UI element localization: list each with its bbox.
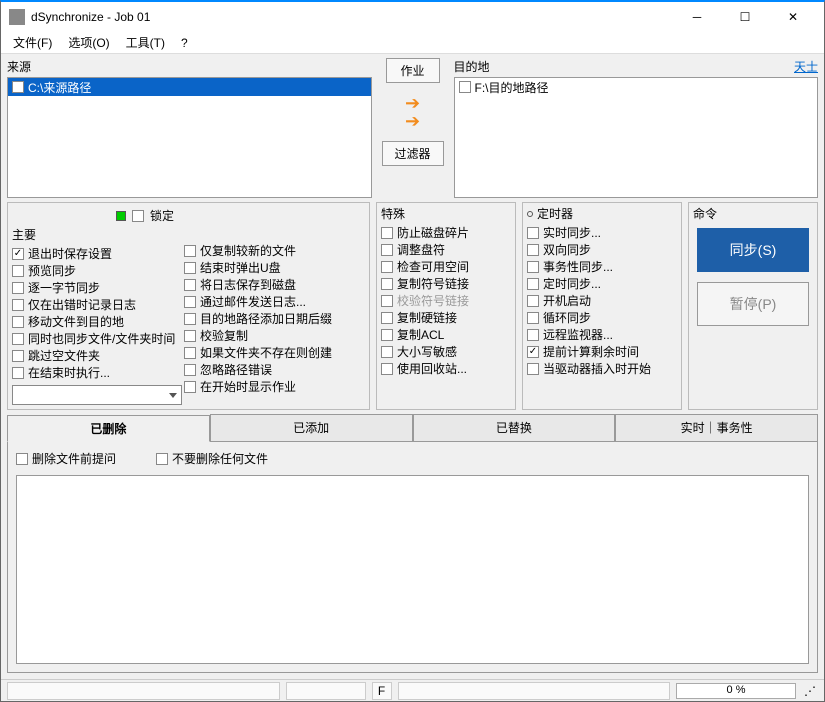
statusbar: F 0 % ⋰ <box>1 679 824 701</box>
progress-bar: 0 % <box>676 683 796 699</box>
opt-exec-on-end[interactable]: 在结束时执行... <box>12 364 182 381</box>
source-label: 来源 <box>7 58 31 77</box>
swap-link[interactable]: 天士 <box>794 58 818 75</box>
opt-copy-acl[interactable]: 复制ACL <box>381 326 511 343</box>
source-item-checkbox[interactable] <box>12 81 24 93</box>
lock-led-icon <box>116 211 126 221</box>
opt-verify-copy[interactable]: 校验复制 <box>184 327 364 344</box>
opt-no-delete[interactable]: 不要删除任何文件 <box>156 450 268 467</box>
opt-prevent-frag[interactable]: 防止磁盘碎片 <box>381 224 511 241</box>
opt-realtime[interactable]: 实时同步... <box>527 224 677 241</box>
maximize-button[interactable]: ☐ <box>722 3 768 31</box>
progress-pct: 0 % <box>727 684 746 696</box>
opt-transactional[interactable]: 事务性同步... <box>527 258 677 275</box>
destination-list[interactable]: F:\目的地路径 <box>454 77 819 198</box>
opt-copy-symlinks[interactable]: 复制符号链接 <box>381 275 511 292</box>
menu-options[interactable]: 选项(O) <box>62 32 115 53</box>
opt-copy-newer[interactable]: 仅复制较新的文件 <box>184 242 364 259</box>
swap-arrows-icon[interactable]: ➔ ➔ <box>405 89 420 135</box>
exec-combo[interactable] <box>12 385 182 405</box>
opt-send-log-email[interactable]: 通过邮件发送日志... <box>184 293 364 310</box>
opt-preview-sync[interactable]: 预览同步 <box>12 262 182 279</box>
group-special-title: 特殊 <box>381 205 511 224</box>
lock-checkbox[interactable] <box>132 210 144 222</box>
opt-eject-usb[interactable]: 结束时弹出U盘 <box>184 259 364 276</box>
opt-use-recycle[interactable]: 使用回收站... <box>381 360 511 377</box>
tab-realtime[interactable]: 实时｜事务性 <box>615 414 818 441</box>
window-title: dSynchronize - Job 01 <box>31 10 674 24</box>
opt-adjust-drive[interactable]: 调整盘符 <box>381 241 511 258</box>
menu-tools[interactable]: 工具(T) <box>120 32 171 53</box>
lock-label: 锁定 <box>150 207 174 224</box>
destination-item-path: F:\目的地路径 <box>475 79 549 96</box>
tab-deleted[interactable]: 已删除 <box>7 415 210 442</box>
close-button[interactable]: ✕ <box>770 3 816 31</box>
opt-check-space[interactable]: 检查可用空间 <box>381 258 511 275</box>
opt-case-sensitive[interactable]: 大小写敏感 <box>381 343 511 360</box>
opt-autostart[interactable]: 开机启动 <box>527 292 677 309</box>
opt-remote-monitor[interactable]: 远程监视器... <box>527 326 677 343</box>
filter-button[interactable]: 过滤器 <box>382 141 444 166</box>
status-seg-1 <box>7 682 280 700</box>
opt-sync-timestamps[interactable]: 同时也同步文件/文件夹时间 <box>12 330 182 347</box>
opt-move-to-dest[interactable]: 移动文件到目的地 <box>12 313 182 330</box>
timer-radio-icon <box>527 211 533 217</box>
opt-scheduled[interactable]: 定时同步... <box>527 275 677 292</box>
opt-add-date-suffix[interactable]: 目的地路径添加日期后缀 <box>184 310 364 327</box>
tab-added[interactable]: 已添加 <box>210 414 413 441</box>
opt-bidirectional[interactable]: 双向同步 <box>527 241 677 258</box>
opt-confirm-delete[interactable]: 删除文件前提问 <box>16 450 116 467</box>
resize-grip-icon[interactable]: ⋰ <box>802 684 818 698</box>
opt-precalc-time[interactable]: 提前计算剩余时间 <box>527 343 677 360</box>
titlebar: dSynchronize - Job 01 ─ ☐ ✕ <box>1 2 824 32</box>
opt-skip-empty[interactable]: 跳过空文件夹 <box>12 347 182 364</box>
destination-label: 目的地 <box>454 58 490 77</box>
opt-ignore-path-err[interactable]: 忽略路径错误 <box>184 361 364 378</box>
opt-log-on-error[interactable]: 仅在出错时记录日志 <box>12 296 182 313</box>
group-main-title: 主要 <box>12 226 182 245</box>
menubar: 文件(F) 选项(O) 工具(T) ? <box>1 32 824 54</box>
status-seg-2 <box>286 682 366 700</box>
pause-button[interactable]: 暂停(P) <box>697 282 809 326</box>
status-f-label: F <box>372 682 392 700</box>
opt-on-drive-insert[interactable]: 当驱动器插入时开始 <box>527 360 677 377</box>
app-icon <box>9 9 25 25</box>
group-timer-title: 定时器 <box>537 205 573 222</box>
destination-item[interactable]: F:\目的地路径 <box>455 78 818 96</box>
minimize-button[interactable]: ─ <box>674 3 720 31</box>
group-cmd-title: 命令 <box>693 205 813 224</box>
opt-show-job-on-start[interactable]: 在开始时显示作业 <box>184 378 364 395</box>
log-list[interactable] <box>16 475 809 664</box>
opt-copy-hardlinks[interactable]: 复制硬链接 <box>381 309 511 326</box>
source-item-path: C:\来源路径 <box>28 79 91 96</box>
destination-item-checkbox[interactable] <box>459 81 471 93</box>
tab-replaced[interactable]: 已替换 <box>413 414 616 441</box>
menu-file[interactable]: 文件(F) <box>7 32 58 53</box>
opt-save-log-disk[interactable]: 将日志保存到磁盘 <box>184 276 364 293</box>
opt-save-on-exit[interactable]: 退出时保存设置 <box>12 245 182 262</box>
status-seg-3 <box>398 682 671 700</box>
opt-loop[interactable]: 循环同步 <box>527 309 677 326</box>
opt-verify-symlinks: 校验符号链接 <box>381 292 511 309</box>
sync-button[interactable]: 同步(S) <box>697 228 809 272</box>
job-button[interactable]: 作业 <box>386 58 440 83</box>
opt-byte-by-byte[interactable]: 逐一字节同步 <box>12 279 182 296</box>
menu-help[interactable]: ? <box>175 34 194 52</box>
source-item[interactable]: C:\来源路径 <box>8 78 371 96</box>
opt-create-if-missing[interactable]: 如果文件夹不存在则创建 <box>184 344 364 361</box>
source-list[interactable]: C:\来源路径 <box>7 77 372 198</box>
